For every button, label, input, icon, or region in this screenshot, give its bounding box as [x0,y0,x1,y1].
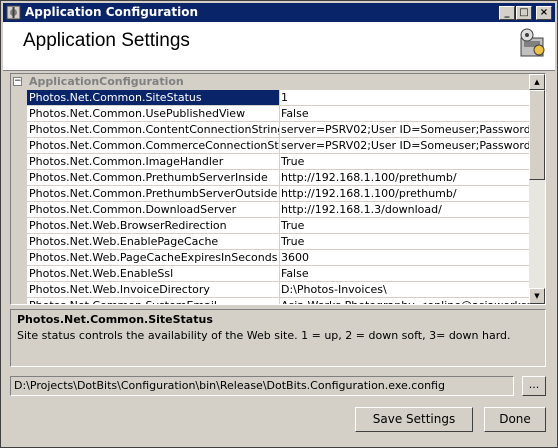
header-panel: Application Settings [3,22,555,71]
property-row[interactable]: Photos.Net.Common.ImageHandler True [11,154,531,170]
property-value[interactable]: True [279,218,531,234]
scroll-up-button[interactable]: ▲ [529,74,545,90]
row-gutter [11,234,27,250]
property-value[interactable]: 3600 [279,250,531,266]
property-row[interactable]: Photos.Net.Common.CommerceConnectionStri… [11,138,531,154]
app-icon [6,5,21,20]
description-title: Photos.Net.Common.SiteStatus [17,313,213,326]
page-title: Application Settings [23,30,190,51]
property-name[interactable]: Photos.Net.Common.PrethumbServerInside [27,170,280,186]
property-row[interactable]: Photos.Net.Common.PrethumbServerOutside h… [11,186,531,202]
property-grid[interactable]: − ApplicationConfiguration Photos.Net.Co… [10,73,546,305]
config-gear-icon [520,28,545,57]
property-value[interactable]: True [279,154,531,170]
row-gutter [11,218,27,234]
row-gutter [11,122,27,138]
property-row[interactable]: Photos.Net.Web.InvoiceDirectory D:\Photos… [11,282,531,298]
property-value[interactable]: http://192.168.1.100/prethumb/ [279,170,531,186]
property-name[interactable]: Photos.Net.Web.EnableSsl [27,266,280,282]
row-gutter [11,138,27,154]
property-value[interactable]: http://192.168.1.3/download/ [279,202,531,218]
property-value[interactable]: D:\Photos-Invoices\ [279,282,531,298]
row-gutter [11,298,27,304]
done-label: Done [499,412,531,426]
property-name[interactable]: Photos.Net.Common.ContentConnectionStrin… [27,122,280,138]
row-gutter [11,266,27,282]
scroll-thumb[interactable] [529,90,545,180]
browse-button[interactable]: ... [522,376,546,396]
property-value[interactable]: server=PSRV02;User ID=Someuser;Password=… [279,138,531,154]
property-value[interactable]: False [279,266,531,282]
category-row[interactable]: − ApplicationConfiguration [11,74,529,90]
vertical-scrollbar[interactable]: ▲ ▼ [529,74,545,304]
done-button[interactable]: Done [484,407,546,432]
property-name[interactable]: Photos.Net.Common.PrethumbServerOutside [27,186,280,202]
property-value[interactable]: http://192.168.1.100/prethumb/ [279,186,531,202]
property-row[interactable]: Photos.Net.Web.BrowserRedirection True [11,218,531,234]
collapse-toggle[interactable]: − [13,77,22,86]
row-gutter [11,170,27,186]
property-row[interactable]: Photos.Net.Common.PrethumbServerInside ht… [11,170,531,186]
property-value[interactable]: server=PSRV02;User ID=Someuser;Password=… [279,122,531,138]
row-gutter [11,282,27,298]
property-row[interactable]: Photos.Net.Common.ContentConnectionStrin… [11,122,531,138]
row-gutter [11,106,27,122]
property-row[interactable]: Photos.Net.Web.EnableSsl False [11,266,531,282]
row-gutter [11,186,27,202]
description-panel: Photos.Net.Common.SiteStatus Site status… [10,309,546,367]
property-name[interactable]: Photos.Net.Web.BrowserRedirection [27,218,280,234]
window-title: Application Configuration [25,5,198,19]
app-window: Application Configuration _ □ × Applicat… [0,0,558,448]
property-name[interactable]: Photos.Net.Common.UsePublishedView [27,106,280,122]
property-name[interactable]: Photos.Net.Common.DownloadServer [27,202,280,218]
scroll-down-button[interactable]: ▼ [529,288,545,304]
property-value[interactable]: Asia Works Photography <online@asiaworks… [279,298,531,304]
property-row[interactable]: Photos.Net.Web.PageCacheExpiresInSeconds… [11,250,531,266]
property-row[interactable]: Photos.Net.Web.EnablePageCache True [11,234,531,250]
row-gutter [11,154,27,170]
property-name[interactable]: Photos.Net.Web.InvoiceDirectory [27,282,280,298]
property-name[interactable]: Photos.Net.Web.EnablePageCache [27,234,280,250]
maximize-button[interactable]: □ [516,6,532,20]
property-rows: Photos.Net.Common.SiteStatus 1 Photos.Net.… [11,90,531,304]
property-row[interactable]: Photos.Net.Common.SystemEmailAsia Works … [11,298,531,304]
minimize-button[interactable]: _ [499,6,515,20]
property-row[interactable]: Photos.Net.Common.SiteStatus 1 [11,90,531,106]
property-name[interactable]: Photos.Net.Common.SystemEmail [27,298,280,304]
property-name[interactable]: Photos.Net.Common.ImageHandler [27,154,280,170]
property-value[interactable]: True [279,234,531,250]
save-settings-label: Save Settings [372,412,456,426]
row-gutter [11,90,27,106]
row-gutter [11,250,27,266]
config-path-field[interactable]: D:\Projects\DotBits\Configuration\bin\Re… [10,376,514,396]
row-gutter [11,202,27,218]
category-label: ApplicationConfiguration [29,75,184,88]
save-settings-button[interactable]: Save Settings [355,407,473,432]
property-row[interactable]: Photos.Net.Common.UsePublishedView False [11,106,531,122]
property-row[interactable]: Photos.Net.Common.DownloadServer http://1… [11,202,531,218]
property-value[interactable]: False [279,106,531,122]
property-value[interactable]: 1 [279,90,531,106]
property-name[interactable]: Photos.Net.Web.PageCacheExpiresInSeconds [27,250,280,266]
title-bar[interactable]: Application Configuration _ □ × [3,3,555,22]
property-name[interactable]: Photos.Net.Common.SiteStatus [27,90,280,106]
property-name[interactable]: Photos.Net.Common.CommerceConnectionStri… [27,138,280,154]
close-button[interactable]: × [536,6,552,20]
description-text: Site status controls the availability of… [17,329,511,342]
